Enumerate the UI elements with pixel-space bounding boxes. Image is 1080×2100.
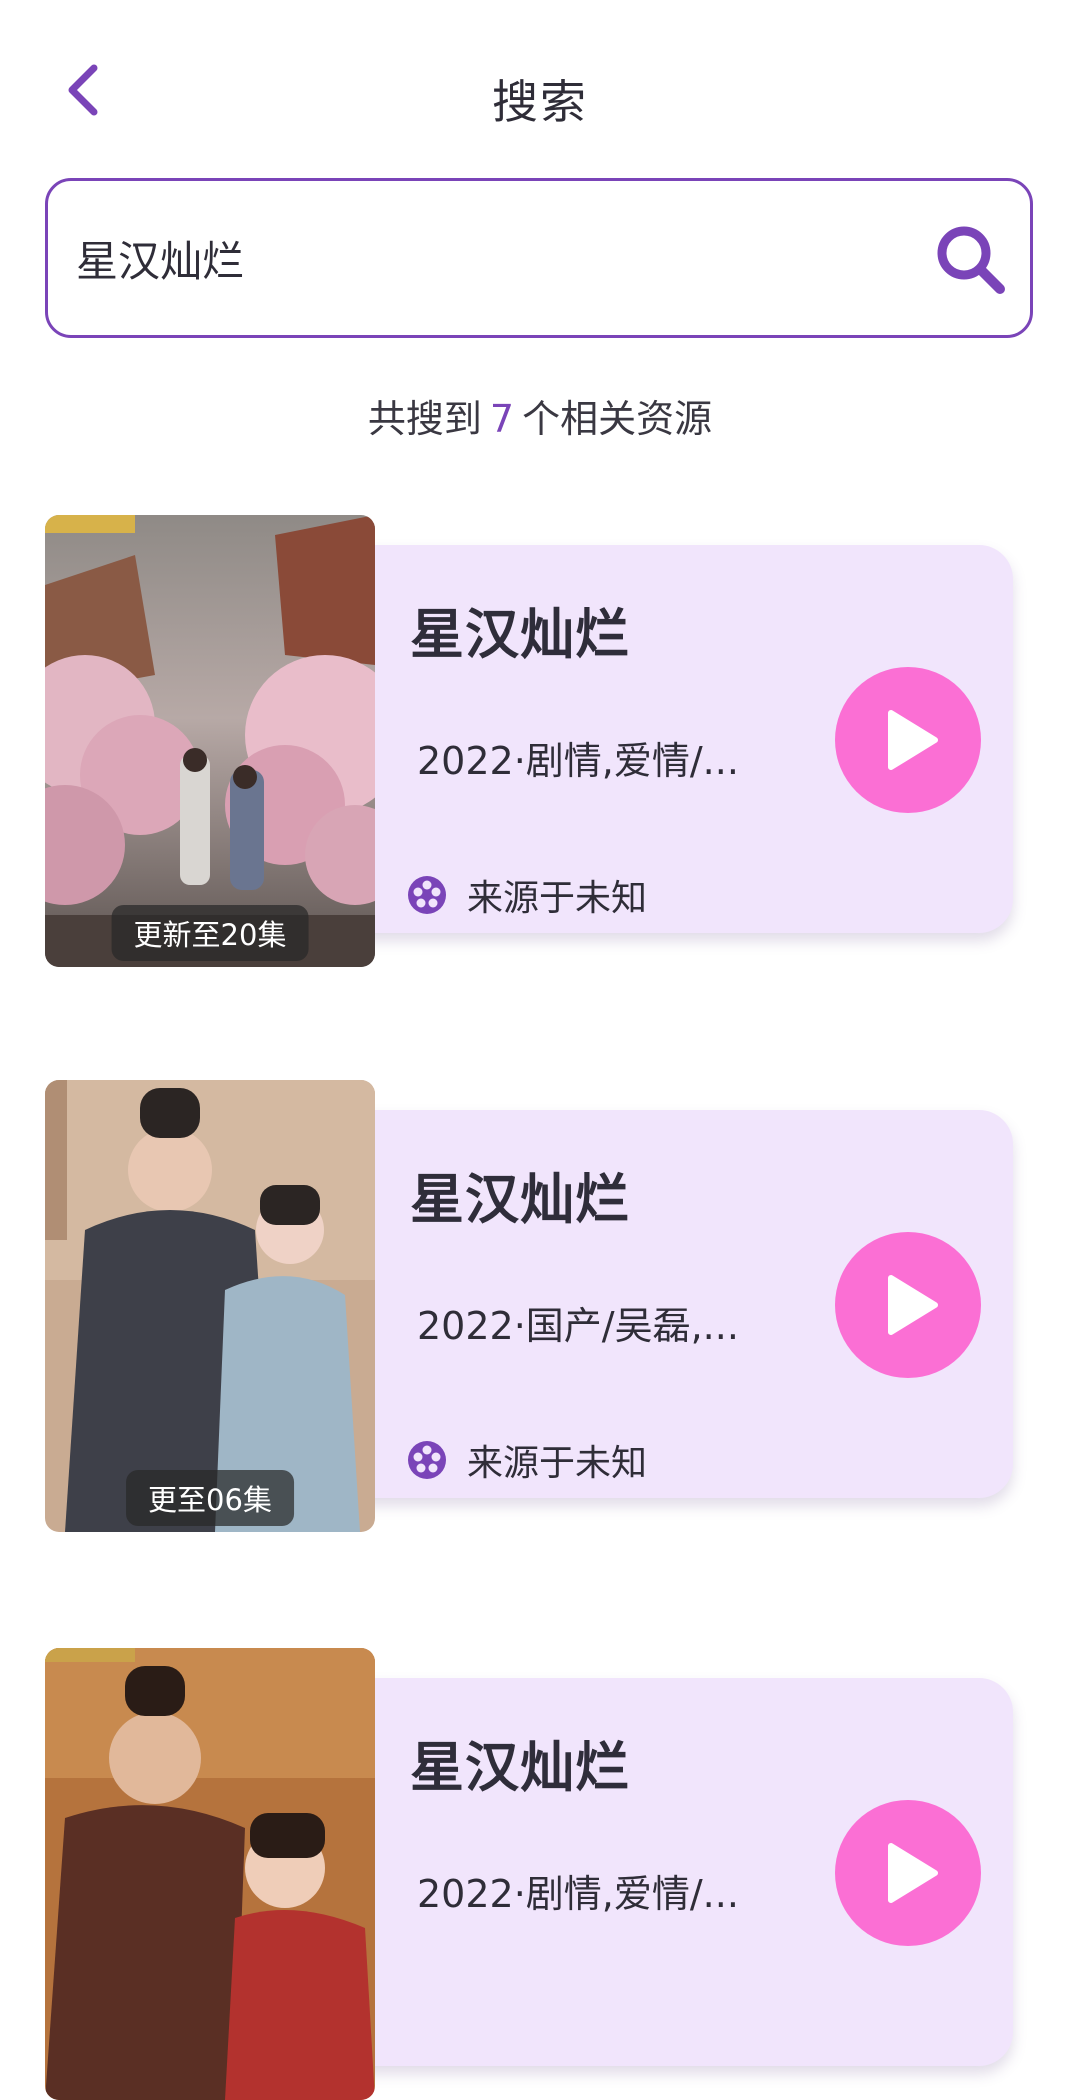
poster-art [45, 1080, 375, 1532]
page-title: 搜索 [492, 75, 588, 129]
header: 搜索 [0, 0, 1080, 190]
source-label: 来源于未知 [467, 878, 648, 919]
result-count-prefix: 共搜到 [367, 397, 482, 441]
poster-image[interactable] [45, 1648, 375, 2100]
source-label: 来源于未知 [467, 1443, 648, 1484]
poster-image[interactable]: 更至06集 [45, 1080, 375, 1532]
poster-art [45, 1648, 375, 2100]
search-input[interactable] [76, 181, 876, 335]
card-meta: 2022·剧情,爱情/... [417, 739, 739, 783]
episode-badge: 更新至20集 [111, 905, 309, 961]
card-meta: 2022·剧情,爱情/... [417, 1872, 739, 1916]
play-button[interactable] [835, 1232, 981, 1378]
play-button[interactable] [835, 667, 981, 813]
card-source: 来源于未知 [407, 1435, 647, 1485]
card-title: 星汉灿烂 [410, 1736, 630, 1799]
poster-art [45, 515, 375, 967]
card-title: 星汉灿烂 [410, 603, 630, 666]
search-box [45, 178, 1033, 338]
result-count-suffix: 个相关资源 [522, 397, 713, 441]
result-card[interactable]: 星汉灿烂 2022·剧情,爱情/... [45, 1648, 1015, 2100]
poster-image[interactable]: 更新至20集 [45, 515, 375, 967]
film-reel-icon [408, 876, 446, 914]
play-button[interactable] [835, 1800, 981, 1946]
result-count-number: 7 [489, 397, 515, 441]
card-source: 来源于未知 [407, 870, 647, 920]
play-icon [888, 710, 938, 770]
card-title: 星汉灿烂 [410, 1168, 630, 1231]
play-icon [888, 1843, 938, 1903]
card-meta: 2022·国产/吴磊,... [417, 1304, 739, 1348]
search-icon[interactable] [934, 223, 1008, 297]
play-icon [888, 1275, 938, 1335]
result-card[interactable]: 更新至20集 星汉灿烂 2022·剧情,爱情/... 来源于未知 [45, 515, 1015, 967]
film-reel-icon [408, 1441, 446, 1479]
result-card[interactable]: 更至06集 星汉灿烂 2022·国产/吴磊,... 来源于未知 [45, 1080, 1015, 1532]
result-count: 共搜到 7 个相关资源 [0, 388, 1080, 443]
episode-badge: 更至06集 [126, 1470, 294, 1526]
